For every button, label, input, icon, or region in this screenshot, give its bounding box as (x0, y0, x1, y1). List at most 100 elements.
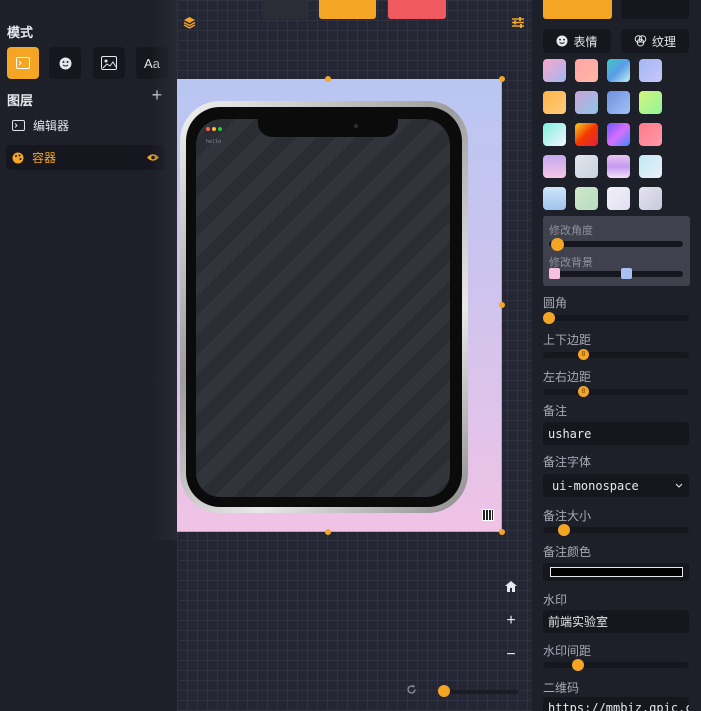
settings-sliders-icon[interactable] (511, 16, 525, 29)
gradient-swatch[interactable] (607, 91, 630, 114)
tab-texture[interactable]: 纹理 (621, 29, 689, 53)
refresh-icon[interactable] (406, 684, 417, 695)
gradient-swatch[interactable] (543, 123, 566, 146)
gradient-swatch[interactable] (575, 187, 598, 210)
layers-icon[interactable] (183, 16, 196, 29)
layer-label: 编辑器 (33, 119, 70, 133)
note-font-label: 备注字体 (543, 455, 592, 469)
zoom-slider-track[interactable] (438, 690, 518, 694)
gradient-swatch[interactable] (607, 155, 630, 178)
padding-y-knob[interactable]: 8 (578, 349, 589, 360)
gradient-swatch[interactable] (543, 155, 566, 178)
zoom-out-button[interactable]: − (501, 645, 521, 665)
gradient-swatch[interactable] (639, 155, 662, 178)
note-size-label: 备注大小 (543, 509, 592, 523)
gradient-swatch[interactable] (575, 91, 598, 114)
gradient-angle-track[interactable] (549, 241, 683, 247)
note-color-field[interactable] (543, 563, 689, 581)
zoom-slider-knob[interactable] (438, 685, 450, 697)
image-tab-button[interactable] (621, 0, 689, 19)
layer-item-editor[interactable]: 编辑器 (6, 113, 165, 138)
phone-notch (258, 119, 398, 137)
gradient-swatch[interactable] (543, 91, 566, 114)
canvas-area[interactable]: hello + − (177, 0, 532, 711)
qrcode-input[interactable]: https://mmbiz.qpic.cn (543, 697, 689, 711)
gradient-swatch[interactable] (607, 123, 630, 146)
image-icon (101, 56, 117, 70)
padding-x-label: 左右边距 (543, 370, 592, 384)
padding-y-label: 上下边距 (543, 333, 592, 347)
mode-image-button[interactable] (93, 47, 125, 79)
emoji-icon (59, 57, 71, 69)
minus-icon: − (506, 646, 516, 663)
note-color-swatch (550, 567, 683, 577)
radius-track[interactable] (543, 315, 689, 321)
resize-handle-bottom-right[interactable] (499, 529, 505, 535)
watermark-gap-knob[interactable] (572, 659, 584, 671)
note-color-label: 备注颜色 (543, 545, 592, 559)
radius-label: 圆角 (543, 296, 568, 310)
watermark-gap-label: 水印间距 (543, 644, 592, 658)
home-icon (505, 580, 517, 592)
editor-code-text: hello (206, 139, 222, 145)
phone-mockup: hello (180, 101, 468, 513)
gradient-swatch[interactable] (543, 59, 566, 82)
gradient-swatch[interactable] (639, 187, 662, 210)
right-panel: 表情 纹理 修改角度 修改背景 圆角 上下边距 8 左右边距 8 备注 usha… (532, 0, 701, 711)
gradient-angle-label: 修改角度 (549, 225, 593, 237)
gradient-swatch[interactable] (639, 59, 662, 82)
editor-screen: hello (196, 119, 450, 497)
palette-icon (12, 152, 24, 163)
qrcode-label: 二维码 (543, 681, 580, 695)
padding-x-track[interactable] (543, 389, 689, 395)
padding-x-knob[interactable]: 8 (578, 386, 589, 397)
qrcode-image (482, 509, 494, 521)
resize-handle-top-right[interactable] (499, 76, 505, 82)
watermark-gap-track[interactable] (543, 662, 689, 668)
gradient-swatch[interactable] (543, 187, 566, 210)
gradient-bg-track[interactable] (549, 271, 683, 277)
gradient-swatch[interactable] (607, 59, 630, 82)
watermark-input[interactable]: 前端实验室 (543, 610, 689, 633)
padding-y-track[interactable] (543, 352, 689, 358)
tab-emoji[interactable]: 表情 (543, 29, 611, 53)
emoji-icon (556, 35, 568, 47)
tab-label: 纹理 (651, 34, 676, 49)
note-font-select[interactable]: ui-monospace (543, 474, 689, 497)
watermark-label: 水印 (543, 593, 568, 607)
window-max-dot (218, 127, 222, 131)
gradient-tab-button[interactable] (543, 0, 612, 19)
gradient-stop-start[interactable] (549, 268, 560, 279)
gradient-swatch[interactable] (575, 123, 598, 146)
gradient-swatch[interactable] (639, 123, 662, 146)
canvas-edge-shadow (150, 0, 177, 540)
mode-emoji-button[interactable] (49, 47, 81, 79)
gradient-swatch[interactable] (575, 155, 598, 178)
gradient-angle-knob[interactable] (551, 238, 564, 251)
plus-icon: + (506, 612, 516, 629)
texture-icon (634, 35, 647, 47)
chevron-down-icon (675, 483, 683, 488)
gradient-swatch[interactable] (607, 187, 630, 210)
resize-handle-bottom[interactable] (325, 529, 331, 535)
layer-item-container[interactable]: 容器 (6, 145, 165, 170)
zoom-in-button[interactable]: + (501, 611, 521, 631)
terminal-icon (12, 120, 25, 131)
radius-knob[interactable] (543, 312, 555, 324)
note-size-knob[interactable] (558, 524, 570, 536)
toolbar-export-button[interactable] (319, 0, 376, 19)
note-input[interactable]: ushare (543, 422, 689, 445)
gradient-swatch[interactable] (639, 91, 662, 114)
gradient-swatch[interactable] (575, 59, 598, 82)
mode-title: 模式 (7, 25, 34, 40)
home-button[interactable] (501, 576, 521, 596)
container-frame[interactable]: hello (177, 79, 502, 532)
mode-editor-button[interactable] (7, 47, 39, 79)
toolbar-button[interactable] (262, 0, 307, 19)
gradient-stop-end[interactable] (621, 268, 632, 279)
note-font-value: ui-monospace (552, 478, 639, 493)
resize-handle-top[interactable] (325, 76, 331, 82)
resize-handle-right[interactable] (499, 302, 505, 308)
toolbar-reset-button[interactable] (388, 0, 446, 19)
tab-label: 表情 (573, 34, 598, 49)
